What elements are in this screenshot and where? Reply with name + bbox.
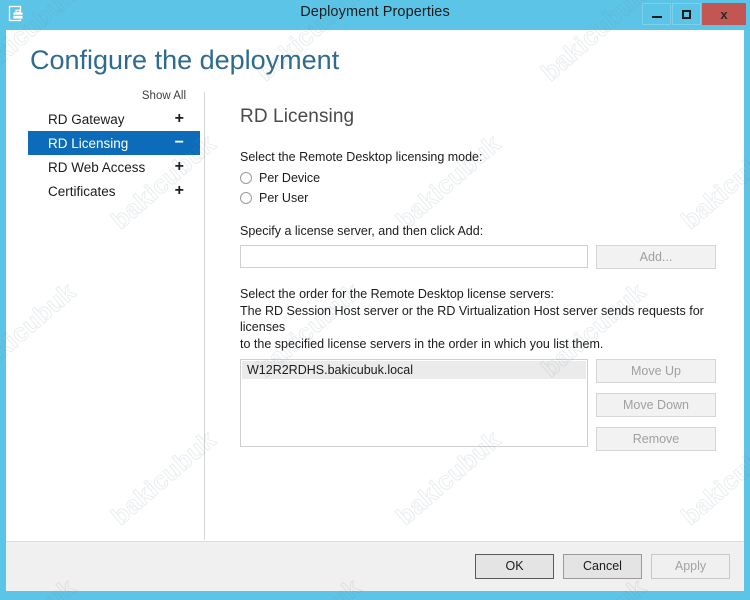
sidebar-item-label: Certificates: [28, 184, 116, 199]
apply-button[interactable]: Apply: [651, 554, 730, 579]
license-order-buttons: Move Up Move Down Remove: [596, 359, 716, 451]
radio-unchecked-icon[interactable]: [240, 192, 252, 204]
expand-plus-icon[interactable]: +: [175, 159, 184, 175]
window-title: Deployment Properties: [0, 4, 750, 20]
order-description-line-1: The RD Session Host server or the RD Vir…: [240, 303, 728, 336]
maximize-icon: [682, 10, 691, 19]
deployment-properties-window: Deployment Properties x Configure the de…: [0, 0, 750, 600]
sidebar-item-label: RD Licensing: [28, 136, 128, 151]
move-down-button[interactable]: Move Down: [596, 393, 716, 417]
license-server-entry-row: Add...: [240, 245, 728, 269]
close-button[interactable]: x: [702, 3, 746, 25]
license-servers-section: W12R2RDHS.bakicubuk.local Move Up Move D…: [240, 359, 728, 451]
footer-button-group: OK Cancel Apply: [475, 554, 730, 579]
license-servers-listbox[interactable]: W12R2RDHS.bakicubuk.local: [240, 359, 588, 447]
sidebar-item-rd-gateway[interactable]: RD Gateway +: [28, 107, 200, 131]
radio-label: Per Device: [259, 171, 320, 185]
rd-licensing-pane: RD Licensing Select the Remote Desktop l…: [240, 106, 728, 451]
radio-per-device[interactable]: Per Device: [240, 171, 728, 185]
license-order-description: Select the order for the Remote Desktop …: [240, 286, 728, 352]
sidebar-item-label: RD Web Access: [28, 160, 145, 175]
cancel-button[interactable]: Cancel: [563, 554, 642, 579]
ok-button[interactable]: OK: [475, 554, 554, 579]
window-controls: x: [642, 3, 746, 25]
sidebar-item-label: RD Gateway: [28, 112, 125, 127]
window-titlebar: Deployment Properties x: [0, 0, 750, 30]
maximize-button[interactable]: [672, 3, 701, 25]
sidebar-divider: [204, 92, 205, 540]
sidebar-item-rd-licensing[interactable]: RD Licensing −: [28, 131, 200, 155]
license-server-input[interactable]: [240, 245, 588, 268]
minimize-icon: [652, 16, 662, 18]
specify-license-server-label: Specify a license server, and then click…: [240, 224, 728, 238]
expand-plus-icon[interactable]: +: [175, 183, 184, 199]
move-up-button[interactable]: Move Up: [596, 359, 716, 383]
collapse-minus-icon[interactable]: −: [175, 135, 184, 151]
pane-heading: RD Licensing: [240, 106, 728, 128]
radio-per-user[interactable]: Per User: [240, 191, 728, 205]
dialog-footer: OK Cancel Apply: [6, 541, 744, 591]
show-all-label[interactable]: Show All: [6, 90, 204, 102]
radio-unchecked-icon[interactable]: [240, 172, 252, 184]
sidebar-item-certificates[interactable]: Certificates +: [28, 179, 200, 203]
close-icon: x: [720, 7, 727, 22]
licensing-mode-label: Select the Remote Desktop licensing mode…: [240, 150, 728, 164]
page-title: Configure the deployment: [30, 45, 339, 76]
remove-button[interactable]: Remove: [596, 427, 716, 451]
add-license-server-button[interactable]: Add...: [596, 245, 716, 269]
sidebar-item-rd-web-access[interactable]: RD Web Access +: [28, 155, 200, 179]
expand-plus-icon[interactable]: +: [175, 111, 184, 127]
list-item[interactable]: W12R2RDHS.bakicubuk.local: [242, 361, 586, 379]
order-description-line-2: to the specified license servers in the …: [240, 336, 728, 353]
settings-nav-sidebar: Show All RD Gateway + RD Licensing − RD …: [6, 90, 204, 203]
radio-label: Per User: [259, 191, 308, 205]
order-label: Select the order for the Remote Desktop …: [240, 286, 728, 303]
minimize-button[interactable]: [642, 3, 671, 25]
dialog-client-area: Configure the deployment Show All RD Gat…: [6, 30, 744, 591]
